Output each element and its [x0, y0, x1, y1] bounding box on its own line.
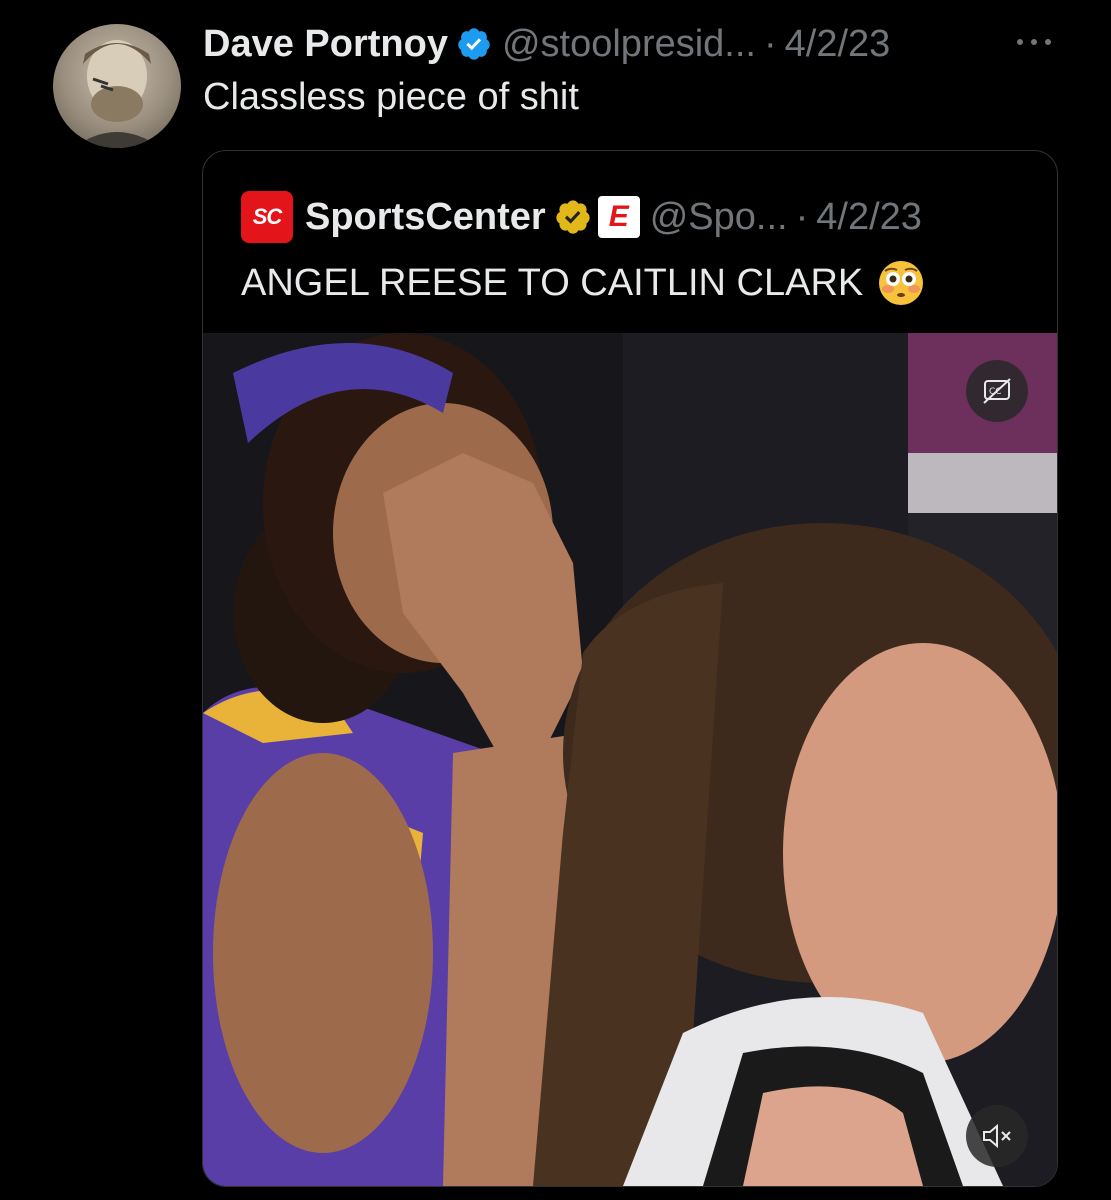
tweet-header: Dave Portnoy @stoolpresid... · 4/2/23: [203, 16, 890, 72]
cc-icon: CC: [983, 378, 1011, 404]
quoted-author-handle[interactable]: @Spo...: [650, 196, 788, 239]
verified-badge-icon: [458, 28, 490, 60]
closed-captions-button[interactable]: CC: [966, 360, 1028, 422]
quoted-tweet-card[interactable]: SC SportsCenter E @Spo... · 4/2/23 ANGEL…: [202, 150, 1058, 1187]
author-avatar[interactable]: [53, 24, 181, 148]
quoted-tweet-header: SC SportsCenter E @Spo... · 4/2/23: [241, 189, 922, 245]
quoted-tweet-text-content: ANGEL REESE TO CAITLIN CLARK: [241, 261, 864, 304]
mute-icon: [983, 1123, 1011, 1149]
gold-verified-badge-icon: [556, 200, 590, 234]
flushed-face-emoji-icon: [879, 261, 924, 305]
sportscenter-logo-text: SC: [252, 204, 283, 229]
espn-affiliate-badge[interactable]: E: [597, 196, 640, 238]
mute-toggle-button[interactable]: [966, 1105, 1028, 1167]
espn-badge-text: E: [608, 200, 629, 233]
video-frame: [203, 333, 1057, 1186]
video-player[interactable]: CC: [203, 333, 1057, 1186]
tweet-date[interactable]: 4/2/23: [785, 23, 891, 66]
quoted-tweet-text: ANGEL REESE TO CAITLIN CLARK: [241, 259, 925, 307]
dot-separator: ·: [795, 195, 809, 238]
dot-separator: ·: [763, 22, 777, 65]
quoted-tweet-date[interactable]: 4/2/23: [816, 196, 922, 239]
tweet-text: Classless piece of shit: [203, 76, 579, 118]
author-name[interactable]: Dave Portnoy: [203, 23, 448, 66]
sportscenter-logo[interactable]: SC: [241, 191, 293, 243]
more-options-icon[interactable]: [1012, 24, 1056, 60]
quoted-author-name[interactable]: SportsCenter: [305, 196, 546, 239]
author-handle[interactable]: @stoolpresid...: [502, 23, 756, 66]
